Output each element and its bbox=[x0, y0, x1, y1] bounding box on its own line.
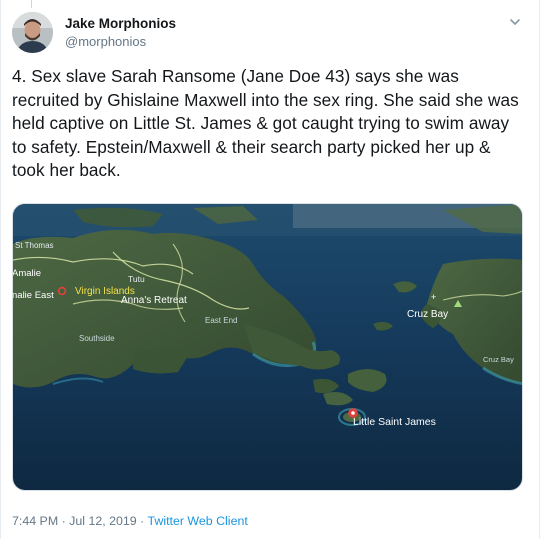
tweet-time[interactable]: 7:44 PM bbox=[12, 514, 58, 528]
map-label-st-thomas: St Thomas bbox=[15, 241, 54, 250]
map-label-southside: Southside bbox=[79, 334, 115, 343]
footer-separator-2: · bbox=[136, 514, 148, 528]
map-label-little-saint-james: Little Saint James bbox=[353, 416, 436, 428]
map-label-annas-retreat: Anna's Retreat bbox=[121, 295, 187, 306]
tweet-footer: 7:44 PM · Jul 12, 2019 · Twitter Web Cli… bbox=[12, 514, 248, 528]
tweet-date[interactable]: Jul 12, 2019 bbox=[69, 514, 137, 528]
tweet-card: Jake Morphonios @morphonios 4. Sex slave… bbox=[0, 0, 540, 539]
author-name[interactable]: Jake Morphonios bbox=[65, 16, 176, 31]
footer-separator: · bbox=[58, 514, 70, 528]
map-label-tutu: Tutu bbox=[128, 274, 145, 284]
map-label-cruz-bay: Cruz Bay bbox=[407, 309, 448, 320]
author-avatar[interactable] bbox=[12, 12, 53, 53]
tweet-text: 4. Sex slave Sarah Ransome (Jane Doe 43)… bbox=[12, 66, 519, 180]
map-label-cruz-bay-small: Cruz Bay bbox=[483, 355, 514, 364]
chevron-down-icon[interactable] bbox=[508, 15, 522, 29]
map-label-east-end: East End bbox=[205, 316, 237, 325]
tweet-client-link[interactable]: Twitter Web Client bbox=[147, 514, 247, 528]
map-label-amalie: Amalie bbox=[13, 268, 41, 279]
tweet-header: Jake Morphonios @morphonios bbox=[12, 12, 530, 56]
map-label-amalie-east: nalie East bbox=[13, 290, 54, 301]
map-plus-icon: + bbox=[431, 292, 436, 302]
author-handle[interactable]: @morphonios bbox=[65, 34, 146, 49]
thread-line bbox=[31, 0, 32, 8]
tweet-media-map[interactable]: St Thomas Amalie nalie East Virgin Islan… bbox=[12, 203, 523, 491]
